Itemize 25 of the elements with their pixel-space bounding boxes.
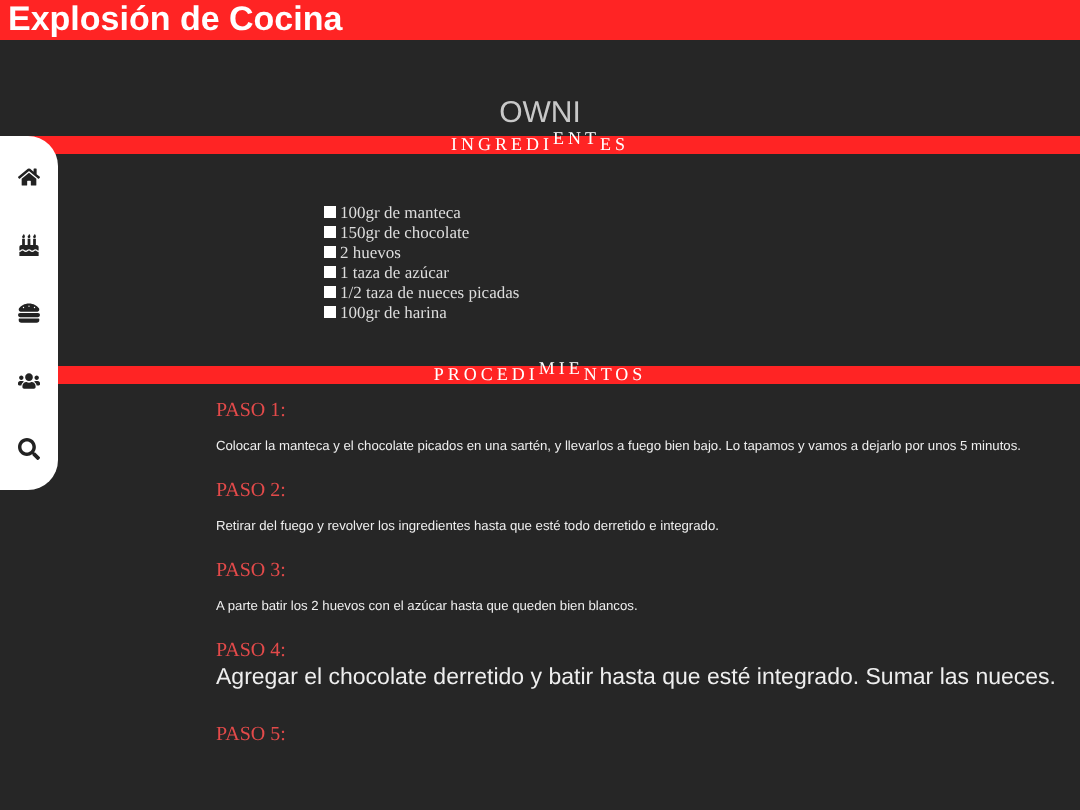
bullet-icon [324, 246, 336, 258]
ingredient-item: 100gr de harina [340, 302, 447, 322]
ingredient-item: 100gr de manteca [340, 202, 461, 222]
step-label: PASO 5: [216, 724, 288, 748]
users-icon[interactable] [18, 369, 40, 392]
ingredient-item: 2 huevos [340, 242, 401, 262]
bullet-icon [324, 286, 336, 298]
ingredient-item: 1/2 taza de nueces picadas [340, 282, 520, 302]
ingredient-item: 1 taza de azúcar [340, 262, 449, 282]
step-label: PASO 2: [216, 480, 288, 504]
step-text: Agregar el chocolate derretido y batir hasta que esté integrado. Sumar las nueces. [216, 664, 1058, 692]
burger-icon[interactable] [18, 301, 40, 324]
bullet-icon [324, 206, 336, 218]
home-icon[interactable] [18, 166, 40, 189]
recipe-title: OWNI [497, 94, 583, 132]
cake-icon[interactable] [18, 234, 40, 257]
step-label: PASO 3: [216, 560, 288, 584]
step-label: PASO 4: [216, 640, 288, 664]
site-title: Explosión de Cocina [8, 0, 343, 40]
bullet-icon [324, 226, 336, 238]
bullet-icon [324, 306, 336, 318]
bullet-icon [324, 266, 336, 278]
ingredient-item: 150gr de chocolate [340, 222, 470, 242]
search-icon[interactable] [18, 437, 40, 460]
step-label: PASO 1: [216, 400, 288, 424]
